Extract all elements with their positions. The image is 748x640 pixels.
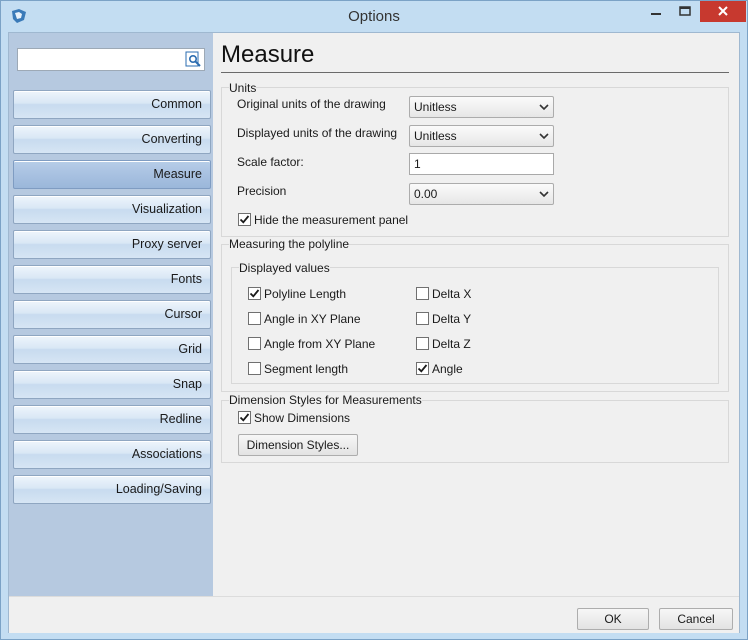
polyline-length-checkbox[interactable] xyxy=(248,287,261,300)
angle-in-xy-plane-checkbox[interactable] xyxy=(248,312,261,325)
angle-from-xy-plane-label: Angle from XY Plane xyxy=(264,337,376,351)
show-dimensions-label: Show Dimensions xyxy=(254,411,351,425)
ok-button[interactable]: OK xyxy=(577,608,649,630)
title-divider xyxy=(221,72,729,73)
chevron-down-icon xyxy=(539,191,549,198)
dialog-client: Common Converting Measure Visualization … xyxy=(8,32,740,633)
angle-from-xy-plane-checkbox[interactable] xyxy=(248,337,261,350)
precision-select[interactable]: 0.00 xyxy=(409,183,554,205)
displayed-values-legend: Displayed values xyxy=(239,261,330,275)
sidebar-item-associations[interactable]: Associations xyxy=(13,440,211,469)
chevron-down-icon xyxy=(539,104,549,111)
angle-label: Angle xyxy=(432,362,463,376)
delta-x-label: Delta X xyxy=(432,287,472,301)
search-input[interactable] xyxy=(17,48,205,71)
checkmark-icon xyxy=(239,413,250,422)
angle-in-xy-plane-label: Angle in XY Plane xyxy=(264,312,361,326)
original-units-select[interactable]: Unitless xyxy=(409,96,554,118)
close-button[interactable] xyxy=(700,1,746,22)
delta-y-checkbox[interactable] xyxy=(416,312,429,325)
sidebar-item-common[interactable]: Common xyxy=(13,90,211,119)
show-dimensions-checkbox[interactable] xyxy=(238,411,251,424)
close-icon xyxy=(718,6,728,16)
delta-z-label: Delta Z xyxy=(432,337,471,351)
delta-x-checkbox[interactable] xyxy=(416,287,429,300)
checkmark-icon xyxy=(239,215,250,224)
sidebar-item-cursor[interactable]: Cursor xyxy=(13,300,211,329)
precision-label: Precision xyxy=(237,184,287,198)
polyline-legend: Measuring the polyline xyxy=(229,237,350,251)
hide-panel-label: Hide the measurement panel xyxy=(254,213,409,227)
dialog-footer: OK Cancel xyxy=(9,596,739,633)
scale-factor-input[interactable]: 1 xyxy=(409,153,554,175)
segment-length-label: Segment length xyxy=(264,362,349,376)
sidebar-item-grid[interactable]: Grid xyxy=(13,335,211,364)
sidebar-item-converting[interactable]: Converting xyxy=(13,125,211,154)
sidebar-item-proxy-server[interactable]: Proxy server xyxy=(13,230,211,259)
displayed-units-label: Displayed units of the drawing xyxy=(237,126,398,140)
minimize-button[interactable] xyxy=(642,1,670,22)
options-window: Options Common Converting Measure Visual… xyxy=(0,0,748,640)
cancel-button[interactable]: Cancel xyxy=(659,608,733,630)
delta-z-checkbox[interactable] xyxy=(416,337,429,350)
dimension-styles-legend: Dimension Styles for Measurements xyxy=(229,393,422,407)
sidebar-item-loading-saving[interactable]: Loading/Saving xyxy=(13,475,211,504)
segment-length-checkbox[interactable] xyxy=(248,362,261,375)
window-title: Options xyxy=(348,8,400,25)
original-units-label: Original units of the drawing xyxy=(237,97,386,111)
chevron-down-icon xyxy=(539,133,549,140)
angle-checkbox[interactable] xyxy=(416,362,429,375)
maximize-icon xyxy=(679,6,691,16)
displayed-units-value: Unitless xyxy=(414,129,457,143)
delta-y-label: Delta Y xyxy=(432,312,472,326)
measure-page: Measure Units Original units of the draw… xyxy=(214,33,739,596)
original-units-value: Unitless xyxy=(414,100,457,114)
polyline-length-label: Polyline Length xyxy=(264,287,347,301)
precision-value: 0.00 xyxy=(414,187,438,201)
sidebar-item-measure[interactable]: Measure xyxy=(13,160,211,189)
sidebar-item-redline[interactable]: Redline xyxy=(13,405,211,434)
checkmark-icon xyxy=(249,289,260,298)
scale-factor-label: Scale factor: xyxy=(237,155,304,169)
minimize-icon xyxy=(651,13,661,15)
search-icon[interactable] xyxy=(185,51,202,68)
hide-panel-checkbox[interactable] xyxy=(238,213,251,226)
sidebar-item-visualization[interactable]: Visualization xyxy=(13,195,211,224)
sidebar-item-fonts[interactable]: Fonts xyxy=(13,265,211,294)
sidebar-item-snap[interactable]: Snap xyxy=(13,370,211,399)
sidebar: Common Converting Measure Visualization … xyxy=(9,33,213,596)
title-bar[interactable]: Options xyxy=(1,1,747,32)
maximize-button[interactable] xyxy=(671,1,699,22)
dimension-styles-button[interactable]: Dimension Styles... xyxy=(238,434,358,456)
displayed-units-select[interactable]: Unitless xyxy=(409,125,554,147)
checkmark-icon xyxy=(417,364,428,373)
page-title: Measure xyxy=(221,41,315,68)
units-legend: Units xyxy=(229,81,257,95)
